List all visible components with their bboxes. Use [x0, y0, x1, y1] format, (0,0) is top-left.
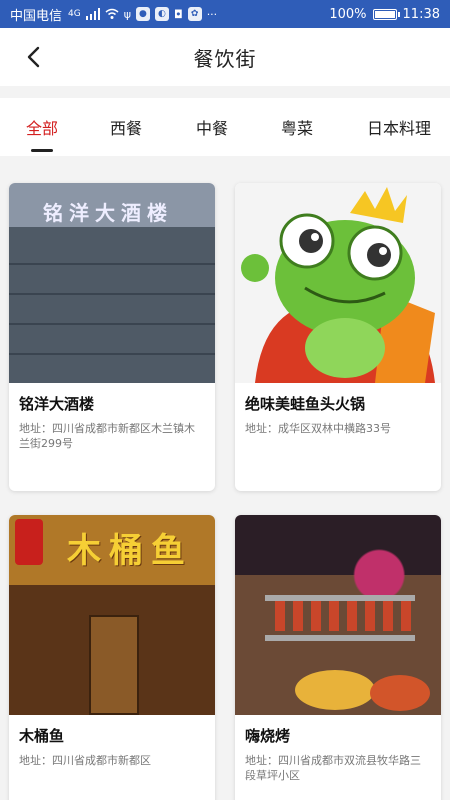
door-decoration	[89, 615, 139, 715]
battery-icon	[372, 8, 400, 20]
restaurant-address: 地址：四川省成都市新都区	[19, 754, 151, 767]
chevron-left-icon	[27, 46, 40, 68]
photo-sign-text: 铭洋大酒楼	[43, 201, 173, 225]
app-notification-icon: ●	[135, 7, 150, 21]
app-notification-icon: ✿	[187, 7, 202, 21]
clock: 11:38	[402, 6, 440, 22]
photo-sign-text: 木桶鱼	[67, 531, 193, 571]
carrier-label: 中国电信	[10, 8, 63, 24]
restaurant-address: 地址：四川省成都市双流县牧华路三段草坪小区	[245, 754, 421, 782]
restaurant-card[interactable]: 木桶鱼 木桶鱼 地址：四川省成都市新都区	[9, 515, 215, 800]
tab-japanese[interactable]: 日本料理	[367, 115, 431, 139]
tab-cantonese[interactable]: 粤菜	[281, 115, 313, 139]
red-banner-decoration	[15, 519, 43, 565]
usb-icon: ψ	[123, 7, 131, 21]
more-notifications-icon: ···	[206, 7, 218, 21]
bbq-skewers-image	[265, 595, 430, 711]
restaurant-name: 绝味美蛙鱼头火锅	[245, 395, 366, 413]
battery-percent: 100%	[329, 6, 367, 22]
signal-icon: 4G	[68, 9, 81, 19]
app-header: 餐饮街	[0, 28, 450, 86]
app-notification-icon: ◐	[154, 7, 169, 21]
restaurant-name: 铭洋大酒楼	[19, 395, 95, 413]
restaurant-name: 嗨烧烤	[245, 727, 291, 745]
restaurant-name: 木桶鱼	[19, 727, 65, 745]
category-tabs: 全部 西餐 中餐 粤菜 日本料理	[0, 98, 450, 156]
tab-all[interactable]: 全部	[26, 115, 58, 139]
restaurant-address: 地址：四川省成都市新都区木兰镇木兰街299号	[19, 422, 195, 450]
tab-western[interactable]: 西餐	[110, 115, 142, 139]
restaurant-card[interactable]: 铭洋大酒楼 铭洋大酒楼 地址：四川省成都市新都区木兰镇木兰街299号	[9, 183, 215, 491]
restaurant-photo: 铭洋大酒楼	[9, 183, 215, 383]
status-bar: 中国电信 4G ψ ● ◐ ◘ ✿ ··· 100% 11:38	[0, 0, 450, 28]
restaurant-address: 地址：成华区双林中横路33号	[245, 422, 391, 435]
restaurant-grid: 铭洋大酒楼 铭洋大酒楼 地址：四川省成都市新都区木兰镇木兰街299号 绝味美蛙鱼…	[0, 168, 450, 800]
signal-bars-icon	[85, 8, 100, 20]
restaurant-card[interactable]: 嗨烧烤 地址：四川省成都市双流县牧华路三段草坪小区	[235, 515, 441, 800]
back-button[interactable]	[18, 42, 48, 72]
page-title: 餐饮街	[193, 46, 257, 71]
status-icons: 4G ψ ● ◐ ◘ ✿ ···	[68, 7, 217, 21]
restaurant-photo	[235, 515, 441, 715]
active-tab-indicator	[31, 149, 53, 152]
restaurant-card[interactable]: 绝味美蛙鱼头火锅 地址：成华区双林中横路33号	[235, 183, 441, 491]
tab-chinese[interactable]: 中餐	[196, 115, 228, 139]
frog-mascot-image	[241, 187, 435, 383]
lock-icon: ◘	[173, 7, 183, 21]
restaurant-photo	[235, 183, 441, 383]
restaurant-photo: 木桶鱼	[9, 515, 215, 715]
wifi-icon	[105, 8, 119, 19]
